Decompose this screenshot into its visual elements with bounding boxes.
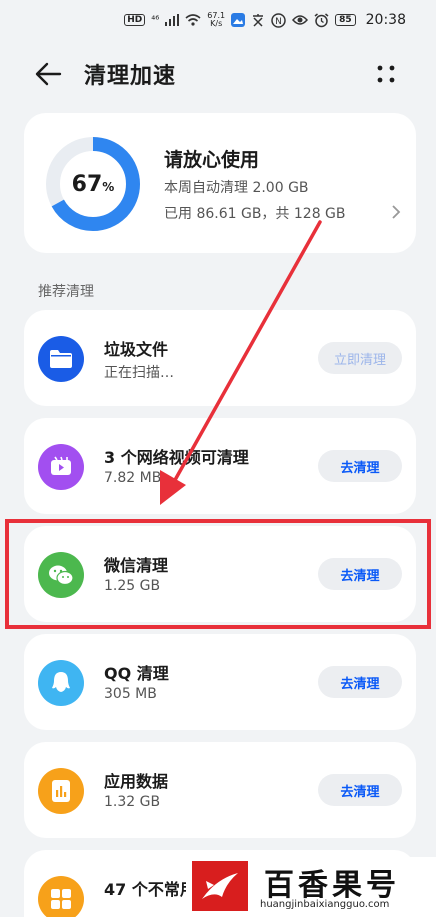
- brand-url: huangjinbaixiangguo.com: [260, 899, 390, 910]
- annotation-arrow: [160, 220, 322, 505]
- brand-logo-icon: [192, 861, 248, 911]
- watermark: 百香果号 huangjinbaixiangguo.com: [186, 857, 436, 917]
- highlight-box: [5, 519, 431, 629]
- brand-name: 百香果号: [264, 868, 400, 903]
